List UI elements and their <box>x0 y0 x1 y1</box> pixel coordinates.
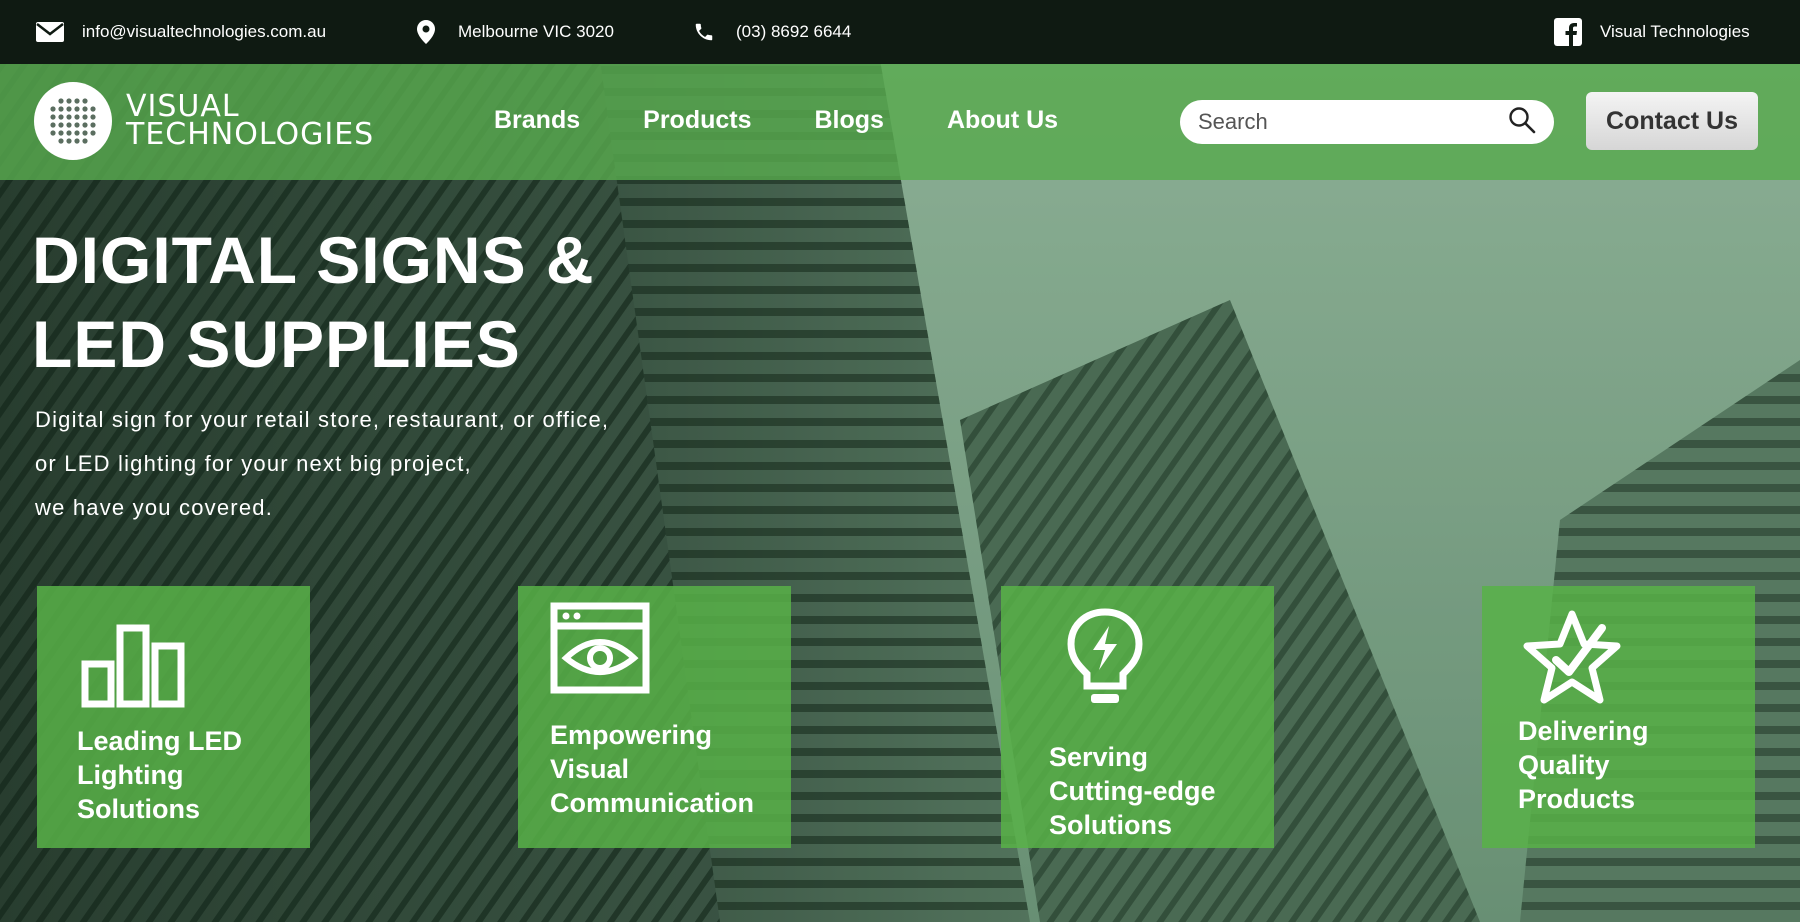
feature-led-line3: Solutions <box>77 794 200 824</box>
logo-line2: TECHNOLOGIES <box>126 117 375 152</box>
email-contact[interactable]: info@visualtechnologies.com.au <box>36 18 326 46</box>
hero-sub-line2: or LED lighting for your next big projec… <box>35 451 472 476</box>
location-contact: Melbourne VIC 3020 <box>412 18 614 46</box>
search-icon[interactable] <box>1508 106 1536 139</box>
eye-window-icon <box>550 602 650 699</box>
feature-text-serving: Serving Cutting-edge Solutions <box>1049 740 1215 842</box>
hero-title-line2: LED SUPPLIES <box>32 307 521 381</box>
feature-card-quality[interactable]: Delivering Quality Products <box>1482 586 1755 848</box>
feature-visual-line2: Visual <box>550 754 630 784</box>
hero-sub-line1: Digital sign for your retail store, rest… <box>35 407 610 432</box>
feature-card-serving[interactable]: Serving Cutting-edge Solutions <box>1001 586 1274 848</box>
feature-quality-line3: Products <box>1518 784 1636 814</box>
feature-quality-line2: Quality <box>1518 750 1610 780</box>
feature-quality-line1: Delivering <box>1518 716 1649 746</box>
feature-visual-line1: Empowering <box>550 720 713 750</box>
phone-contact[interactable]: (03) 8692 6644 <box>690 18 851 46</box>
feature-serving-line3: Solutions <box>1049 810 1172 840</box>
hero-subtitle: Digital sign for your retail store, rest… <box>35 398 609 530</box>
search-box <box>1180 100 1554 144</box>
feature-serving-line2: Cutting-edge <box>1049 776 1216 806</box>
map-pin-icon <box>412 18 440 46</box>
nav-brands[interactable]: Brands <box>494 106 580 135</box>
feature-serving-line1: Serving <box>1049 742 1149 772</box>
feature-card-led[interactable]: Leading LED Lighting Solutions <box>37 586 310 848</box>
led-grid-icon <box>50 98 96 144</box>
facebook-text[interactable]: Visual Technologies <box>1600 22 1750 42</box>
star-check-icon <box>1522 608 1622 711</box>
nav-products[interactable]: Products <box>643 106 751 135</box>
hero-sub-line3: we have you covered. <box>35 495 274 520</box>
phone-text[interactable]: (03) 8692 6644 <box>736 22 851 42</box>
nav-blogs[interactable]: Blogs <box>815 106 884 135</box>
facebook-icon <box>1554 18 1582 46</box>
mail-icon <box>36 18 64 46</box>
feature-visual-line3: Communication <box>550 788 755 818</box>
feature-led-line2: Lighting <box>77 760 184 790</box>
feature-text-visual: Empowering Visual Communication <box>550 718 754 820</box>
feature-card-visual[interactable]: Empowering Visual Communication <box>518 586 791 848</box>
logo-mark <box>34 82 112 160</box>
phone-icon <box>690 18 718 46</box>
bar-chart-icon <box>81 622 185 713</box>
site-logo[interactable]: VISUAL TECHNOLOGIES <box>34 82 374 160</box>
feature-text-quality: Delivering Quality Products <box>1518 714 1649 816</box>
contact-us-button[interactable]: Contact Us <box>1586 92 1758 150</box>
logo-wordmark: VISUAL TECHNOLOGIES <box>126 92 375 152</box>
primary-nav: Brands Products Blogs About Us <box>494 106 1058 135</box>
lightbulb-bolt-icon <box>1067 608 1143 713</box>
feature-led-line1: Leading LED <box>77 726 243 756</box>
email-text[interactable]: info@visualtechnologies.com.au <box>82 22 326 42</box>
feature-text-led: Leading LED Lighting Solutions <box>77 724 242 826</box>
main-navbar: VISUAL TECHNOLOGIES Brands Products Blog… <box>0 64 1800 180</box>
search-input[interactable] <box>1198 109 1508 135</box>
contact-topbar: info@visualtechnologies.com.au Melbourne… <box>0 0 1800 64</box>
location-text: Melbourne VIC 3020 <box>458 22 614 41</box>
nav-about-us[interactable]: About Us <box>947 106 1058 135</box>
hero-title: DIGITAL SIGNS & LED SUPPLIES <box>32 218 595 386</box>
hero-title-line1: DIGITAL SIGNS & <box>32 223 595 297</box>
facebook-link[interactable]: Visual Technologies <box>1554 18 1750 46</box>
